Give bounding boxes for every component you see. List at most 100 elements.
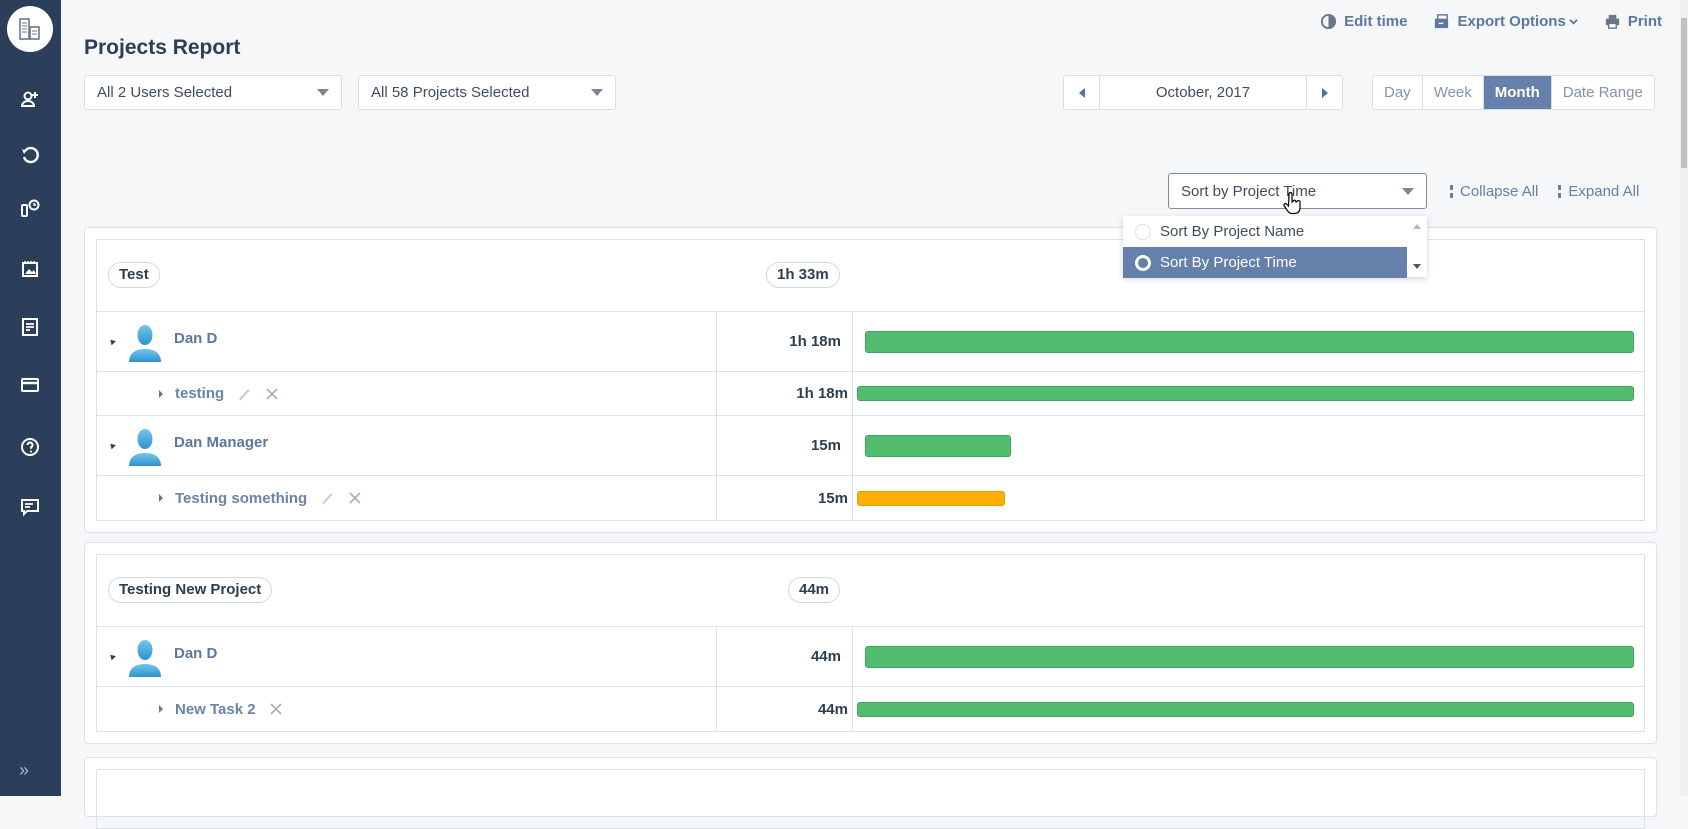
sidebar-item-timer[interactable]: [16, 195, 44, 223]
export-options-label: Export Options: [1457, 13, 1566, 30]
previous-period-button[interactable]: [1064, 76, 1100, 109]
calendar-icon: [22, 261, 38, 277]
delete-icon[interactable]: [264, 386, 280, 402]
edit-time-button[interactable]: Edit time: [1320, 13, 1407, 30]
collapse-toggle-icon[interactable]: [108, 337, 116, 346]
avatar: [129, 639, 161, 677]
time-bar: [865, 434, 1012, 457]
delete-icon[interactable]: [347, 490, 363, 506]
history-icon: [22, 146, 39, 164]
sidebar-item-billing[interactable]: [16, 371, 44, 399]
chevron-down-icon: [591, 89, 603, 96]
page-scrollbar[interactable]: [1680, 0, 1688, 796]
user-name[interactable]: Dan D: [174, 645, 217, 662]
task-time: 44m: [717, 687, 853, 731]
sidebar-item-history[interactable]: [16, 141, 44, 169]
print-button[interactable]: Print: [1604, 13, 1662, 30]
time-bar: [857, 490, 1005, 506]
scroll-down-icon[interactable]: [1413, 264, 1421, 269]
sidebar-item-feedback[interactable]: [16, 493, 44, 521]
sort-dropdown-menu: Sort By Project Name Sort By Project Tim…: [1123, 216, 1427, 278]
task-time: 15m: [717, 476, 853, 520]
hand-cursor-icon: [1283, 192, 1301, 215]
expand-icon: [1558, 185, 1562, 198]
user-time: 44m: [717, 627, 853, 686]
project-name-pill[interactable]: Test: [108, 262, 160, 288]
radio-selected-icon: [1135, 254, 1151, 271]
user-time: 1h 18m: [717, 312, 853, 371]
time-bar: [857, 701, 1634, 717]
collapse-all-label: Collapse All: [1460, 183, 1539, 200]
user-row: Dan Manager 15m: [97, 416, 1644, 476]
task-row: New Task 2 44m: [97, 687, 1644, 731]
view-date-range-button[interactable]: Date Range: [1552, 76, 1654, 109]
view-day-button[interactable]: Day: [1373, 76, 1423, 109]
main-content: Projects Report Edit time Export Options…: [61, 0, 1680, 829]
view-toggle: Day Week Month Date Range: [1372, 75, 1655, 110]
time-bar: [865, 330, 1634, 353]
project-total-pill: 44m: [788, 577, 841, 603]
chevron-down-icon: [1402, 187, 1414, 195]
collapse-toggle-icon[interactable]: [108, 652, 116, 661]
view-month-button[interactable]: Month: [1483, 76, 1552, 109]
task-time: 1h 18m: [717, 372, 853, 415]
avatar: [129, 324, 161, 362]
edit-icon[interactable]: [319, 490, 335, 506]
user-name[interactable]: Dan D: [174, 330, 217, 347]
users-filter-select[interactable]: All 2 Users Selected: [84, 75, 342, 110]
view-week-button[interactable]: Week: [1423, 76, 1484, 109]
print-icon: [1605, 14, 1619, 29]
expand-sidebar-button[interactable]: »: [19, 760, 29, 781]
user-time: 15m: [717, 416, 853, 475]
user-name[interactable]: Dan Manager: [174, 434, 268, 451]
project-card: Testing New Project 44m Dan D 44m New Ta…: [84, 542, 1657, 744]
clock-icon: [1321, 13, 1337, 30]
next-period-button[interactable]: [1306, 76, 1342, 109]
expand-toggle-icon[interactable]: [159, 494, 163, 502]
collapse-all-button[interactable]: Collapse All: [1450, 183, 1538, 200]
add-user-icon: [20, 91, 38, 107]
delete-icon[interactable]: [268, 701, 284, 717]
export-options-button[interactable]: Export Options: [1433, 13, 1578, 30]
radio-icon: [1135, 223, 1151, 240]
sort-option-project-time[interactable]: Sort By Project Time: [1123, 247, 1407, 278]
expand-toggle-icon[interactable]: [159, 389, 163, 398]
chevron-down-icon: [317, 89, 329, 96]
expand-all-button[interactable]: Expand All: [1558, 183, 1639, 200]
sort-option-project-name[interactable]: Sort By Project Name: [1123, 216, 1407, 247]
time-bar: [857, 386, 1634, 401]
menu-scrollbar[interactable]: [1407, 216, 1427, 277]
sidebar: »: [0, 0, 61, 796]
avatar: [129, 428, 161, 466]
sidebar-item-reports[interactable]: [16, 313, 44, 341]
sidebar-item-calendar[interactable]: [16, 255, 44, 283]
expand-all-label: Expand All: [1568, 183, 1640, 200]
users-filter-value: All 2 Users Selected: [97, 84, 233, 101]
top-actions: Edit time Export Options Print: [1320, 13, 1662, 30]
sidebar-item-help[interactable]: [16, 433, 44, 461]
export-icon: [1435, 14, 1449, 29]
sidebar-item-add-user[interactable]: [16, 85, 44, 113]
chevron-down-icon: [1569, 19, 1578, 25]
report-icon: [22, 318, 38, 336]
collapse-icon: [1450, 185, 1453, 198]
app-logo[interactable]: [7, 6, 53, 52]
task-name[interactable]: New Task 2: [175, 701, 256, 718]
expand-toggle-icon[interactable]: [159, 705, 163, 713]
chat-icon: [21, 499, 39, 517]
collapse-toggle-icon[interactable]: [108, 441, 116, 450]
projects-filter-select[interactable]: All 58 Projects Selected: [358, 75, 616, 110]
sort-option-label: Sort By Project Time: [1160, 254, 1297, 271]
collapse-expand-links: Collapse All Expand All: [1450, 183, 1639, 200]
scrollbar-thumb[interactable]: [1681, 18, 1687, 168]
project-header: Testing New Project 44m: [97, 555, 1644, 627]
current-period[interactable]: October, 2017: [1100, 76, 1306, 109]
edit-time-label: Edit time: [1344, 13, 1408, 30]
project-name-pill[interactable]: Testing New Project: [108, 577, 273, 603]
scroll-up-icon[interactable]: [1413, 224, 1421, 229]
project-card: [84, 757, 1657, 829]
print-label: Print: [1627, 13, 1662, 30]
task-name[interactable]: Testing something: [175, 490, 307, 507]
edit-icon[interactable]: [236, 386, 252, 402]
task-name[interactable]: testing: [175, 385, 224, 402]
